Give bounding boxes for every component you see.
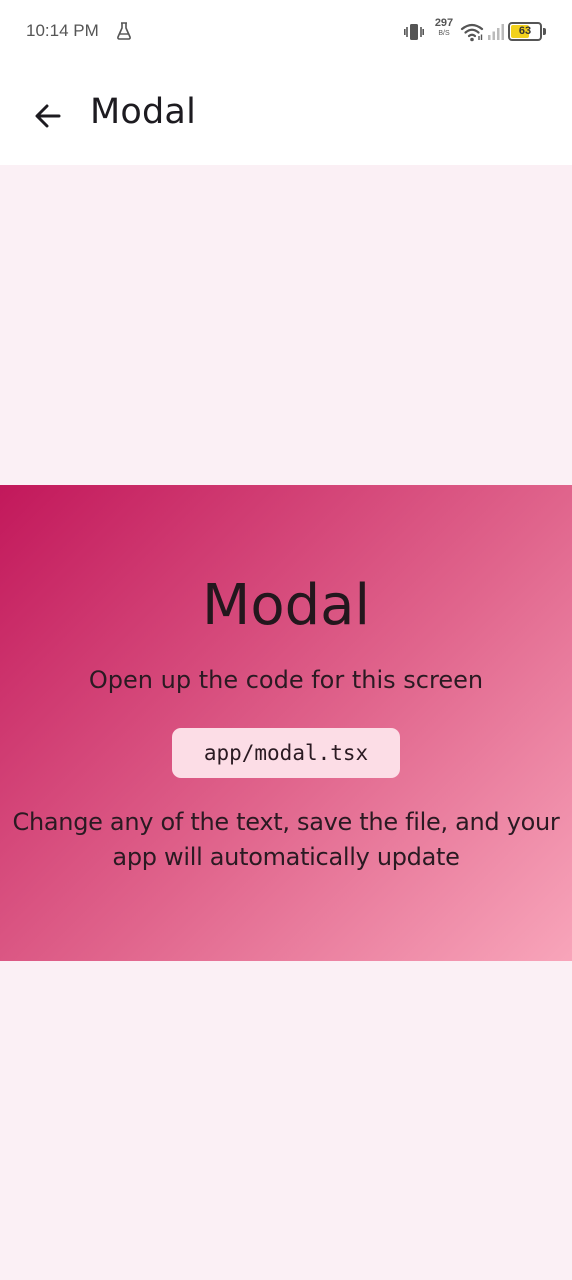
network-speed: 297 B/S	[432, 17, 456, 38]
modal-subtitle: Open up the code for this screen	[88, 666, 484, 694]
wifi-icon	[460, 23, 484, 42]
modal-gradient-card: Modal Open up the code for this screen a…	[0, 485, 572, 961]
battery-level: 63	[518, 25, 532, 37]
battery-nub	[543, 28, 546, 35]
status-time: 10:14 PM	[26, 21, 99, 40]
app-bar: Modal	[0, 64, 572, 165]
flask-icon	[117, 22, 131, 40]
modal-title: Modal	[202, 573, 370, 638]
battery-body: 63	[508, 22, 542, 41]
code-path-chip: app/modal.tsx	[172, 728, 400, 778]
modal-body-line-1: Change any of the text, save the file, a…	[12, 808, 560, 836]
back-button[interactable]	[24, 92, 72, 140]
battery-icon: 63	[508, 22, 546, 41]
status-bar: 10:14 PM 297 B/S 63	[0, 0, 572, 64]
arrow-left-icon	[35, 104, 61, 128]
vibrate-icon	[404, 24, 424, 40]
network-speed-unit: B/S	[438, 30, 450, 37]
signal-icon	[488, 24, 504, 40]
page-title: Modal	[90, 92, 196, 132]
modal-body-text: Change any of the text, save the file, a…	[0, 805, 572, 875]
modal-body-line-2: app will automatically update	[112, 843, 460, 871]
network-speed-value: 297	[434, 17, 454, 29]
modal-screen: Modal Open up the code for this screen a…	[0, 165, 572, 1280]
